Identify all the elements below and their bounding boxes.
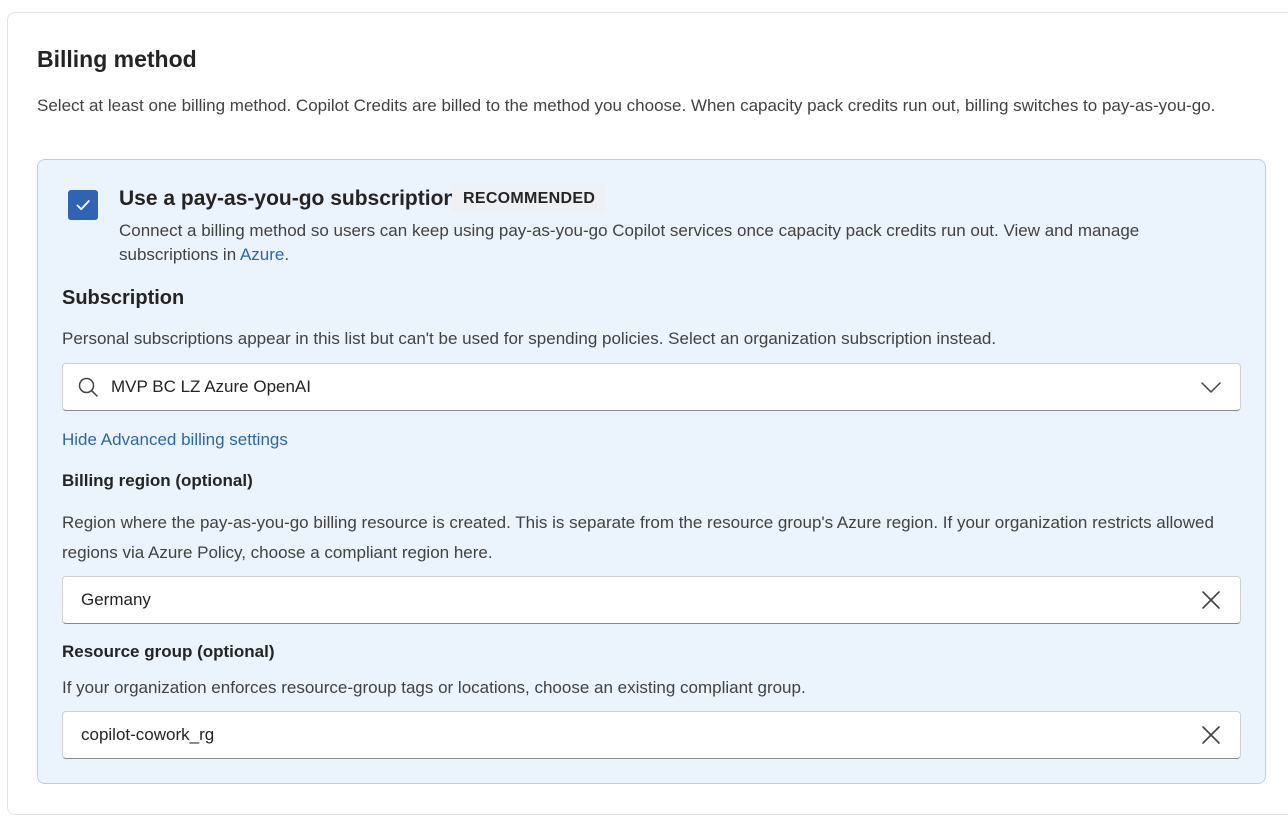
section-description: Select at least one billing method. Copi… [37,96,1216,115]
clear-icon[interactable] [1200,589,1222,611]
resource-group-description: If your organization enforces resource-g… [62,678,806,697]
resource-group-value: copilot-cowork_rg [81,725,215,744]
payg-option-panel: Use a pay-as-you-go subscription RECOMME… [37,159,1266,784]
azure-link[interactable]: Azure [240,245,284,264]
resource-group-field[interactable]: copilot-cowork_rg [62,711,1241,759]
hide-advanced-settings-link[interactable]: Hide Advanced billing settings [62,430,288,450]
resource-group-label: Resource group (optional) [62,642,275,661]
section-title: Billing method [37,46,197,72]
payg-description-end: . [284,245,290,264]
billing-region-value: Germany [81,590,151,609]
subscription-title: Subscription [62,287,185,309]
subscription-combobox[interactable]: MVP BC LZ Azure OpenAI [62,363,1241,411]
billing-region-description: Region where the pay-as-you-go billing r… [62,513,1214,562]
payg-option-title: Use a pay-as-you-go subscription [119,187,457,210]
subscription-value: MVP BC LZ Azure OpenAI [111,377,311,396]
chevron-down-icon[interactable] [1200,376,1222,398]
subscription-description: Personal subscriptions appear in this li… [62,329,997,348]
search-icon [78,377,98,397]
checkmark-icon [76,200,90,211]
clear-icon[interactable] [1200,724,1222,746]
billing-region-field[interactable]: Germany [62,576,1241,624]
recommended-badge: RECOMMENDED [452,185,607,213]
payg-checkbox[interactable] [68,190,98,220]
payg-option-description: Connect a billing method so users can ke… [119,219,1229,267]
billing-region-label: Billing region (optional) [62,471,253,490]
